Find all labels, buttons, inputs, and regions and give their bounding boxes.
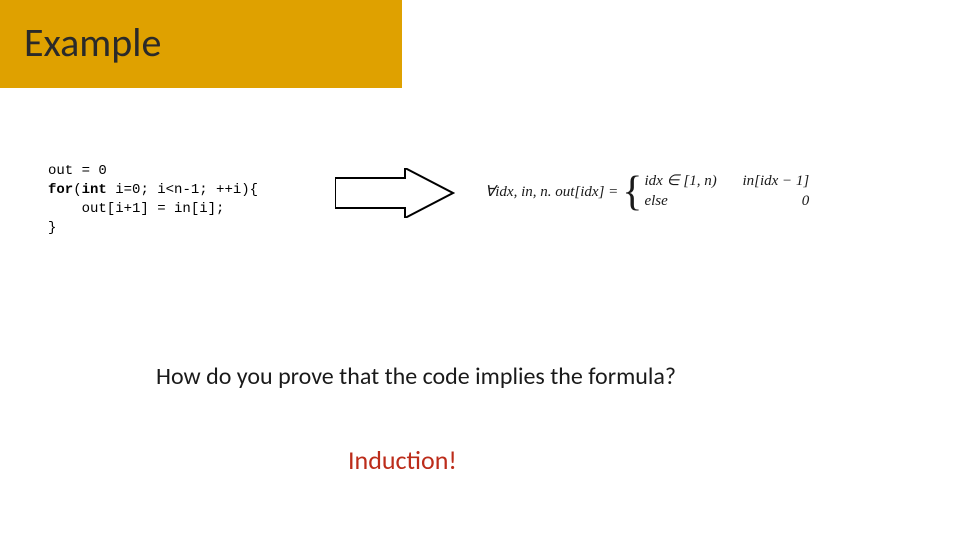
- case-row-1: idx ∈ [1, n) in[idx − 1]: [644, 171, 809, 191]
- code-line-1: out = 0: [48, 163, 107, 179]
- code-line-4: }: [48, 220, 56, 236]
- code-block: out = 0 for(int i=0; i<n-1; ++i){ out[i+…: [48, 162, 258, 238]
- paren-open: (: [73, 182, 81, 198]
- case1-val: in[idx − 1]: [742, 171, 809, 191]
- keyword-int: int: [82, 182, 107, 198]
- case-row-2: else 0: [644, 191, 809, 211]
- question-text: How do you prove that the code implies t…: [156, 362, 676, 391]
- answer-text: Induction!: [348, 444, 457, 476]
- formula: ∀idx, in, n. out[idx] = { idx ∈ [1, n) i…: [485, 166, 809, 216]
- case2-val: 0: [742, 191, 809, 211]
- code-line-2-rest: i=0; i<n-1; ++i){: [107, 182, 258, 198]
- brace-icon: {: [622, 171, 642, 213]
- slide-title: Example: [24, 18, 161, 67]
- case1-cond: idx ∈ [1, n): [644, 171, 726, 191]
- keyword-for: for: [48, 182, 73, 198]
- arrow-icon: [335, 168, 455, 218]
- case2-cond: else: [644, 191, 726, 211]
- formula-cases: { idx ∈ [1, n) in[idx − 1] else 0: [622, 170, 809, 212]
- formula-lead: ∀idx, in, n. out[idx] =: [485, 182, 618, 201]
- code-line-3: out[i+1] = in[i];: [48, 201, 224, 217]
